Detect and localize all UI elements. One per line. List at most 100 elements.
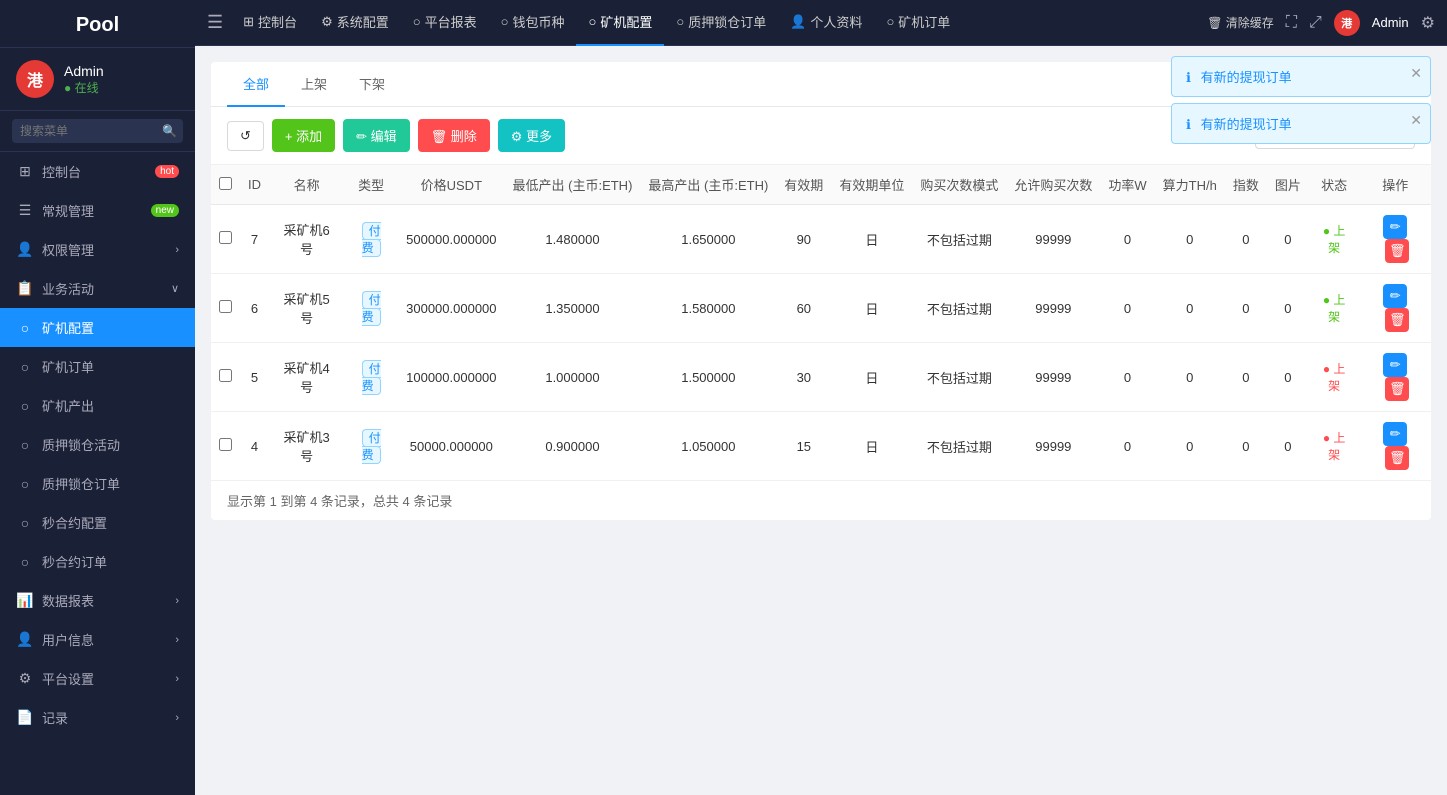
delete-row-button[interactable]: 🗑 xyxy=(1385,446,1409,470)
row-validity: 90 xyxy=(776,205,831,274)
delete-row-button[interactable]: 🗑 xyxy=(1385,239,1409,263)
sidebar-item-dashboard[interactable]: ⊞ 控制台 hot xyxy=(0,152,195,191)
sidebar-item-permissions[interactable]: 👤 权限管理 › xyxy=(0,230,195,269)
topnav-dashboard[interactable]: ⊞ 控制台 xyxy=(231,0,309,46)
refresh-button[interactable]: ↺ xyxy=(227,121,264,151)
hot-badge: hot xyxy=(155,165,179,178)
sidebar-item-logs[interactable]: 📄 记录 › xyxy=(0,698,195,737)
type-tag: 付费 xyxy=(362,222,381,257)
new-badge: new xyxy=(151,204,179,217)
clear-cache-button[interactable]: 🗑 清除缓存 xyxy=(1207,14,1274,31)
sidebar-item-pledge-orders[interactable]: ○ 质押锁仓订单 xyxy=(0,464,195,503)
topnav-wallet[interactable]: ○ 钱包币种 xyxy=(489,0,577,46)
row-id: 6 xyxy=(240,274,269,343)
business-icon: 📋 xyxy=(16,280,34,297)
content-area: ℹ 有新的提现订单 ✕ ℹ 有新的提现订单 ✕ 全部 上架 下架 ↺ + 添加 … xyxy=(195,46,1447,795)
row-hashrate: 0 xyxy=(1155,343,1225,412)
tab-all[interactable]: 全部 xyxy=(227,62,285,107)
data-report-icon: 📊 xyxy=(16,592,34,609)
topnav-miner-orders-icon: ○ xyxy=(886,14,894,29)
fullscreen-icon[interactable]: ⛶ xyxy=(1286,14,1297,32)
select-all-checkbox[interactable] xyxy=(219,177,232,190)
topnav-sys-config[interactable]: ⚙ 系统配置 xyxy=(309,0,401,46)
sidebar-item-general[interactable]: ☰ 常规管理 new xyxy=(0,191,195,230)
table-scroll: ID 名称 类型 价格USDT 最低产出 (主币:ETH) 最高产出 (主币:E… xyxy=(211,165,1431,481)
table-header-row: ID 名称 类型 价格USDT 最低产出 (主币:ETH) 最高产出 (主币:E… xyxy=(211,165,1431,205)
tab-offline[interactable]: 下架 xyxy=(343,62,401,107)
delete-button[interactable]: 🗑 删除 xyxy=(418,119,490,152)
tab-online[interactable]: 上架 xyxy=(285,62,343,107)
sidebar-item-miner-output[interactable]: ○ 矿机产出 xyxy=(0,386,195,425)
sidebar-item-label: 权限管理 xyxy=(42,240,94,259)
topnav-miner-orders[interactable]: ○ 矿机订单 xyxy=(874,0,962,46)
col-status: 状态 xyxy=(1309,165,1360,205)
row-max-output: 1.580000 xyxy=(640,274,776,343)
col-power: 功率W xyxy=(1100,165,1154,205)
notification-close-icon[interactable]: ✕ xyxy=(1410,65,1422,82)
sidebar-item-label: 控制台 xyxy=(42,162,81,181)
table-row: 5 采矿机4号 付费 100000.000000 1.000000 1.5000… xyxy=(211,343,1431,412)
col-pic: 图片 xyxy=(1267,165,1309,205)
row-status: 上架 xyxy=(1309,343,1360,412)
sidebar-item-second-config[interactable]: ○ 秒合约配置 xyxy=(0,503,195,542)
table-row: 6 采矿机5号 付费 300000.000000 1.350000 1.5800… xyxy=(211,274,1431,343)
sidebar-item-pledge-activity[interactable]: ○ 质押锁仓活动 xyxy=(0,425,195,464)
edit-row-button[interactable]: ✏ xyxy=(1383,215,1407,239)
topnav-profile[interactable]: 👤 个人资料 xyxy=(778,0,874,46)
search-icon: 🔍 xyxy=(162,124,177,138)
row-unit: 日 xyxy=(831,412,912,481)
row-select-checkbox[interactable] xyxy=(219,438,232,451)
col-index: 指数 xyxy=(1225,165,1267,205)
sidebar-search-area: 🔍 xyxy=(0,111,195,152)
sidebar-item-miner-orders[interactable]: ○ 矿机订单 xyxy=(0,347,195,386)
sidebar-logo: Pool xyxy=(0,0,195,48)
row-validity: 30 xyxy=(776,343,831,412)
sidebar-item-platform-settings[interactable]: ⚙ 平台设置 › xyxy=(0,659,195,698)
edit-row-button[interactable]: ✏ xyxy=(1383,353,1407,377)
notification-close-icon-2[interactable]: ✕ xyxy=(1410,112,1422,129)
row-id: 7 xyxy=(240,205,269,274)
sidebar-item-miner-config[interactable]: ○ 矿机配置 xyxy=(0,308,195,347)
topnav-platform-report[interactable]: ○ 平台报表 xyxy=(401,0,489,46)
sidebar-item-business[interactable]: 📋 业务活动 ∨ xyxy=(0,269,195,308)
sidebar-item-label: 记录 xyxy=(42,708,68,727)
row-ops: ✏ 🗑 xyxy=(1359,412,1431,481)
row-index: 0 xyxy=(1225,274,1267,343)
col-hashrate: 算力TH/h xyxy=(1155,165,1225,205)
sidebar-item-data-report[interactable]: 📊 数据报表 › xyxy=(0,581,195,620)
row-type: 付费 xyxy=(344,343,398,412)
add-button[interactable]: + 添加 xyxy=(272,119,335,152)
topnav-pledge-orders[interactable]: ○ 质押锁仓订单 xyxy=(664,0,778,46)
status-badge: 上架 xyxy=(1323,431,1346,462)
row-buy-mode: 不包括过期 xyxy=(912,412,1006,481)
settings-icon[interactable]: ⚙ xyxy=(1421,13,1435,33)
expand-icon[interactable]: ⤢ xyxy=(1309,14,1322,32)
delete-row-button[interactable]: 🗑 xyxy=(1385,377,1409,401)
row-select-checkbox[interactable] xyxy=(219,369,232,382)
col-price: 价格USDT xyxy=(398,165,504,205)
row-checkbox xyxy=(211,205,240,274)
edit-button[interactable]: ✏ 编辑 xyxy=(343,119,410,152)
sidebar-item-user-info[interactable]: 👤 用户信息 › xyxy=(0,620,195,659)
edit-row-button[interactable]: ✏ xyxy=(1383,284,1407,308)
sidebar-item-second-orders[interactable]: ○ 秒合约订单 xyxy=(0,542,195,581)
miner-config-icon: ○ xyxy=(16,320,34,336)
delete-row-button[interactable]: 🗑 xyxy=(1385,308,1409,332)
row-max-buy: 99999 xyxy=(1006,343,1100,412)
row-power: 0 xyxy=(1100,343,1154,412)
row-power: 0 xyxy=(1100,412,1154,481)
second-config-icon: ○ xyxy=(16,515,34,531)
hamburger-icon[interactable]: ☰ xyxy=(207,12,223,33)
topnav-miner-config[interactable]: ○ 矿机配置 xyxy=(576,0,664,46)
row-price: 500000.000000 xyxy=(398,205,504,274)
row-select-checkbox[interactable] xyxy=(219,231,232,244)
edit-row-button[interactable]: ✏ xyxy=(1383,422,1407,446)
row-buy-mode: 不包括过期 xyxy=(912,343,1006,412)
row-index: 0 xyxy=(1225,205,1267,274)
row-select-checkbox[interactable] xyxy=(219,300,232,313)
row-name: 采矿机5号 xyxy=(269,274,344,343)
more-button[interactable]: ⚙ 更多 xyxy=(498,119,565,152)
row-hashrate: 0 xyxy=(1155,412,1225,481)
search-input[interactable] xyxy=(12,119,183,143)
row-max-output: 1.650000 xyxy=(640,205,776,274)
